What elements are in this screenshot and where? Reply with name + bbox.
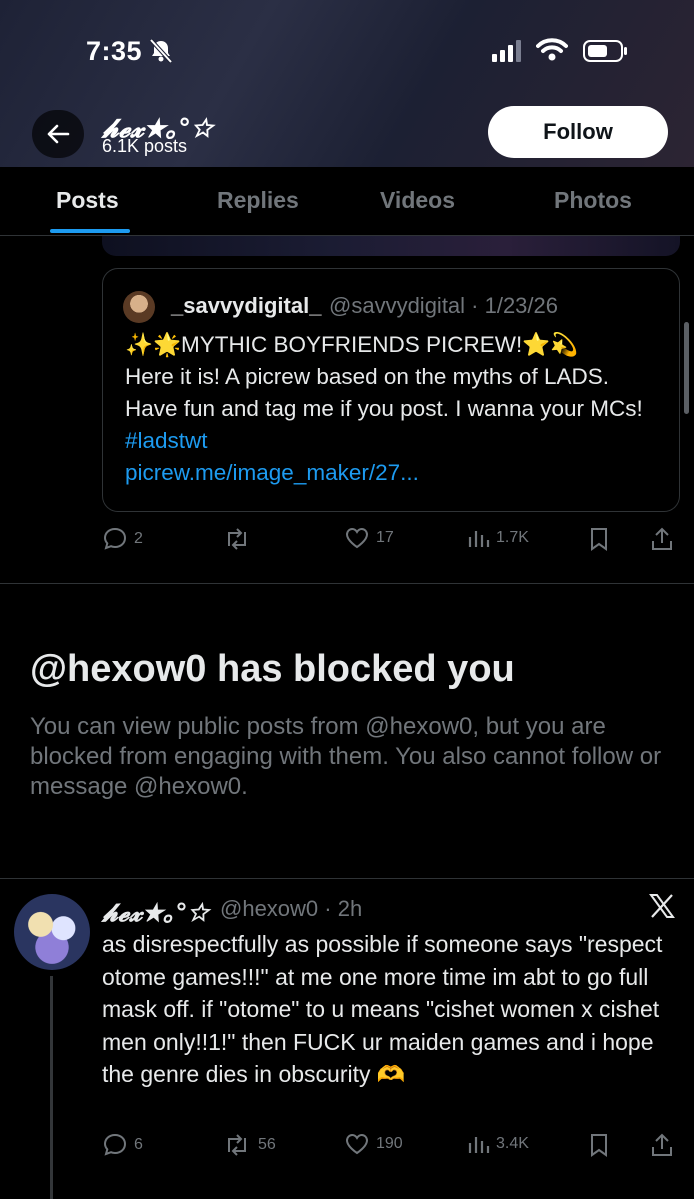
x-logo-icon [649, 894, 675, 918]
active-tab-indicator [50, 229, 130, 233]
quoted-headline: ✨🌟MYTHIC BOYFRIENDS PICREW!⭐💫 [125, 332, 579, 357]
bell-slash-icon [149, 38, 173, 64]
quoted-handle-date: @savvydigital · 1/23/26 [329, 293, 559, 318]
share-button[interactable] [650, 1132, 674, 1158]
like-button[interactable]: 190 [344, 1132, 403, 1156]
reply-count: 6 [134, 1136, 143, 1153]
profile-post-count: 6.1K posts [102, 136, 188, 156]
thread-line [50, 976, 53, 1199]
bookmark-icon [591, 1134, 607, 1157]
picrew-link[interactable]: picrew.me/image_maker/27... [125, 460, 419, 485]
views-icon [468, 1137, 490, 1153]
like-count: 190 [376, 1135, 403, 1152]
hashtag-link[interactable]: #ladstwt [125, 428, 208, 453]
wifi-icon [536, 38, 568, 61]
like-button[interactable]: 17 [344, 526, 394, 550]
quoted-avatar [123, 291, 155, 323]
divider [0, 583, 694, 584]
quoted-post-card[interactable]: _savvydigital_ @savvydigital · 1/23/26 ✨… [102, 268, 680, 512]
views-button[interactable]: 1.7K [466, 526, 529, 550]
reply-icon [103, 527, 127, 550]
follow-button[interactable]: Follow [488, 106, 668, 158]
reply-icon [103, 1133, 127, 1156]
profile-header: 7:35 𝓱𝓮𝔁★｡°☆ 6.1K posts Follow [0, 0, 694, 167]
blocked-description: You can view public posts from @hexow0, … [30, 713, 662, 800]
post-actions: 6 56 190 3.4K [102, 1132, 678, 1162]
repost-icon [228, 1134, 246, 1156]
repost-count: 56 [258, 1136, 276, 1153]
share-button[interactable] [650, 526, 674, 552]
status-time: 7:35 [86, 36, 143, 66]
post-actions: 2 17 1.7K [102, 526, 678, 556]
post-author-name[interactable]: 𝓱𝓮𝔁★｡°☆ [102, 893, 208, 929]
share-icon [652, 1133, 672, 1156]
reply-count: 2 [134, 530, 143, 547]
arrow-left-icon [47, 124, 70, 144]
tab-replies[interactable]: Replies [217, 187, 299, 214]
views-icon [468, 531, 490, 547]
repost-button[interactable]: 56 [222, 1132, 276, 1158]
tab-videos[interactable]: Videos [380, 187, 455, 214]
post-media[interactable] [102, 236, 680, 256]
like-count: 17 [376, 529, 394, 546]
bookmark-button[interactable] [588, 1132, 610, 1158]
avatar[interactable] [14, 894, 90, 970]
bookmark-button[interactable] [588, 526, 610, 552]
bookmark-icon [591, 528, 607, 551]
views-count: 3.4K [496, 1135, 529, 1152]
views-count: 1.7K [496, 529, 529, 546]
heart-icon [345, 1133, 369, 1155]
post-text: as disrespectfully as possible if someon… [102, 931, 663, 1087]
scrollbar[interactable] [684, 322, 689, 414]
battery-icon [583, 40, 627, 62]
blocked-title: @hexow0 has blocked you [30, 648, 515, 690]
post-handle-time: @hexow0 · 2h [220, 896, 363, 921]
heart-icon [345, 527, 369, 549]
back-button[interactable] [32, 110, 84, 158]
share-icon [652, 527, 672, 550]
repost-button[interactable] [222, 526, 258, 552]
profile-tabs: Posts Replies Videos Photos [0, 167, 694, 236]
reply-button[interactable]: 6 [102, 1132, 143, 1158]
quoted-body-text: Here it is! A picrew based on the myths … [125, 364, 643, 421]
tab-photos[interactable]: Photos [554, 187, 632, 214]
views-button[interactable]: 3.4K [466, 1132, 529, 1156]
reply-button[interactable]: 2 [102, 526, 143, 552]
divider [0, 878, 694, 879]
cellular-signal-icon [492, 40, 521, 62]
quoted-post-text: ✨🌟MYTHIC BOYFRIENDS PICREW!⭐💫 Here it is… [125, 329, 665, 489]
tab-posts[interactable]: Posts [56, 187, 119, 214]
quoted-author-name: _savvydigital_ [171, 293, 322, 318]
repost-icon [228, 528, 246, 550]
